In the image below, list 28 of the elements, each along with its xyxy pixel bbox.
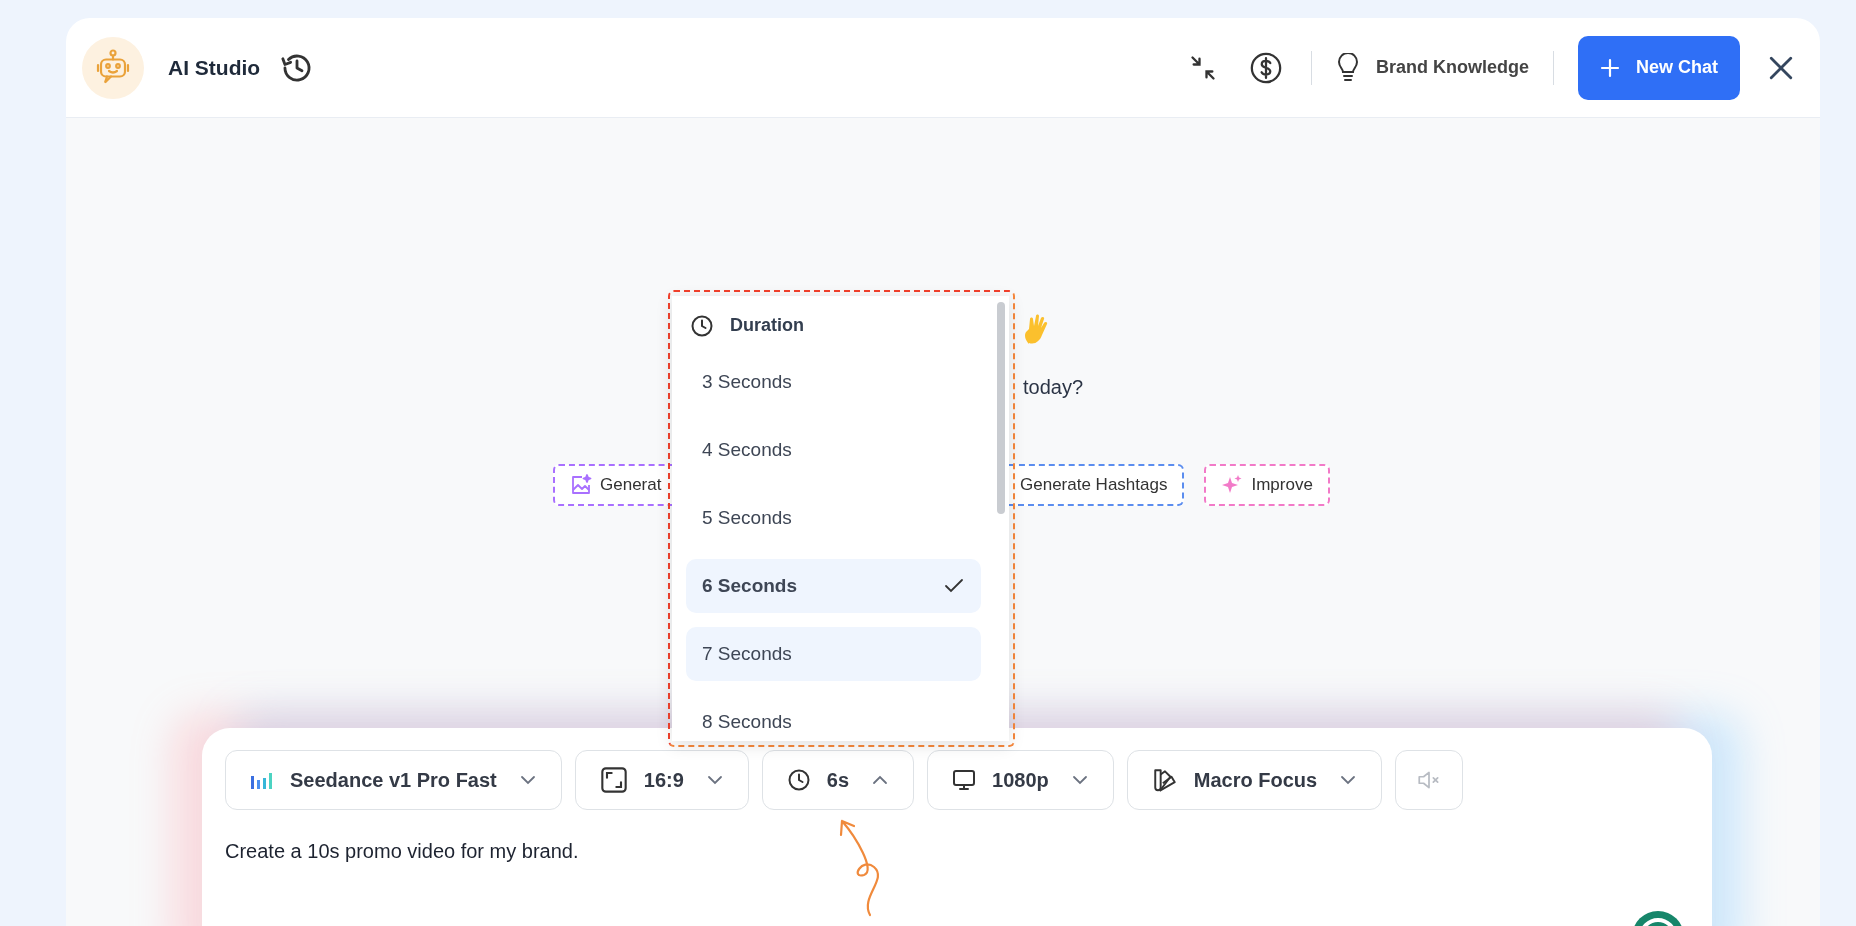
clock-icon bbox=[690, 313, 714, 338]
lightbulb-icon bbox=[1335, 52, 1360, 83]
option-dropdown[interactable]: 6s bbox=[761, 750, 915, 810]
prompt-field[interactable]: Create a 10s promo video for my brand. bbox=[225, 836, 1689, 866]
swatches-icon bbox=[1151, 767, 1178, 793]
bars-icon bbox=[250, 770, 274, 790]
menu-heading: Duration bbox=[730, 314, 804, 337]
clock-icon bbox=[786, 768, 811, 792]
menu-option[interactable]: 3 Seconds bbox=[686, 355, 981, 409]
menu-option[interactable]: 6 Seconds bbox=[686, 559, 981, 613]
greeting-text: today? bbox=[1023, 375, 1085, 400]
menu-option[interactable]: 7 Seconds bbox=[686, 627, 981, 681]
plus-icon bbox=[1600, 57, 1620, 78]
option-dropdown[interactable]: Seedance v1 Pro Fast bbox=[225, 750, 562, 810]
suggestion-chip[interactable]: Improve bbox=[1204, 464, 1330, 506]
option-dropdown[interactable]: 16:9 bbox=[574, 750, 749, 810]
menu-option[interactable]: 8 Seconds bbox=[686, 695, 981, 741]
monitor-icon bbox=[952, 768, 977, 792]
option-dropdown[interactable]: Macro Focus bbox=[1126, 750, 1383, 810]
menu-option[interactable]: 4 Seconds bbox=[686, 423, 981, 477]
option-dropdown[interactable]: 1080p bbox=[927, 750, 1114, 810]
brand-knowledge-button[interactable]: Brand Knowledge bbox=[1375, 54, 1529, 81]
app-title: AI Studio bbox=[168, 54, 261, 81]
new-chat-button[interactable]: New Chat bbox=[1578, 35, 1740, 100]
menu-option[interactable]: 5 Seconds bbox=[686, 491, 981, 545]
aspect-ratio-icon bbox=[599, 766, 628, 794]
image-sparkle-icon bbox=[570, 474, 592, 496]
scrollbar-thumb[interactable] bbox=[997, 302, 1005, 514]
